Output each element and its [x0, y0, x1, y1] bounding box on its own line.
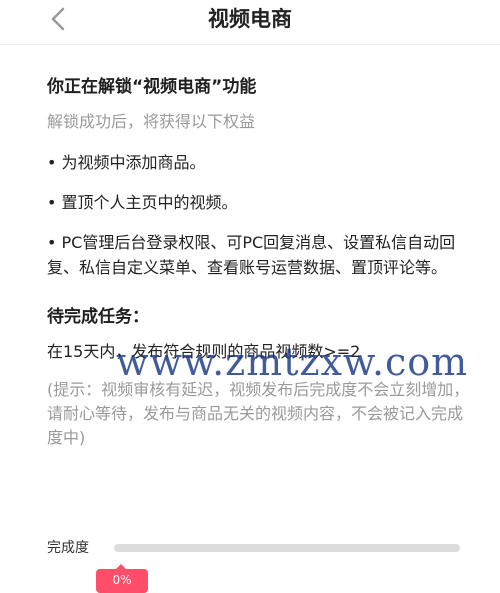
progress-track [114, 544, 460, 552]
benefit-item: • 置顶个人主页中的视频。 [47, 193, 238, 212]
unlock-subheading: 解锁成功后，将获得以下权益 [47, 112, 256, 131]
watermark: www.zmtzxw.com [116, 340, 469, 384]
task-hint: (提示：视频审核有延迟，视频发布后完成度不会立刻增加，请耐心等待，发布与商品无关… [47, 380, 470, 447]
progress-row: 完成度 [47, 538, 467, 560]
benefit-item: • PC管理后台登录权限、可PC回复消息、设置私信自动回复、私信自定义菜单、查看… [47, 233, 456, 277]
benefits-list: • 为视频中添加商品。 • 置顶个人主页中的视频。 • PC管理后台登录权限、可… [47, 150, 470, 280]
benefit-item: • 为视频中添加商品。 [47, 153, 206, 172]
task-title: 待完成任务： [47, 307, 149, 327]
progress-percent-badge: 0% [96, 564, 148, 593]
unlock-content: 你正在解锁“视频电商”功能 解锁成功后，将获得以下权益 • 为视频中添加商品。 … [47, 74, 470, 450]
unlock-heading: 你正在解锁“视频电商”功能 [47, 77, 257, 97]
page-title: 视频电商 [208, 7, 292, 31]
top-nav-bar: 视频电商 [0, 0, 500, 45]
progress-label: 完成度 [47, 540, 89, 556]
